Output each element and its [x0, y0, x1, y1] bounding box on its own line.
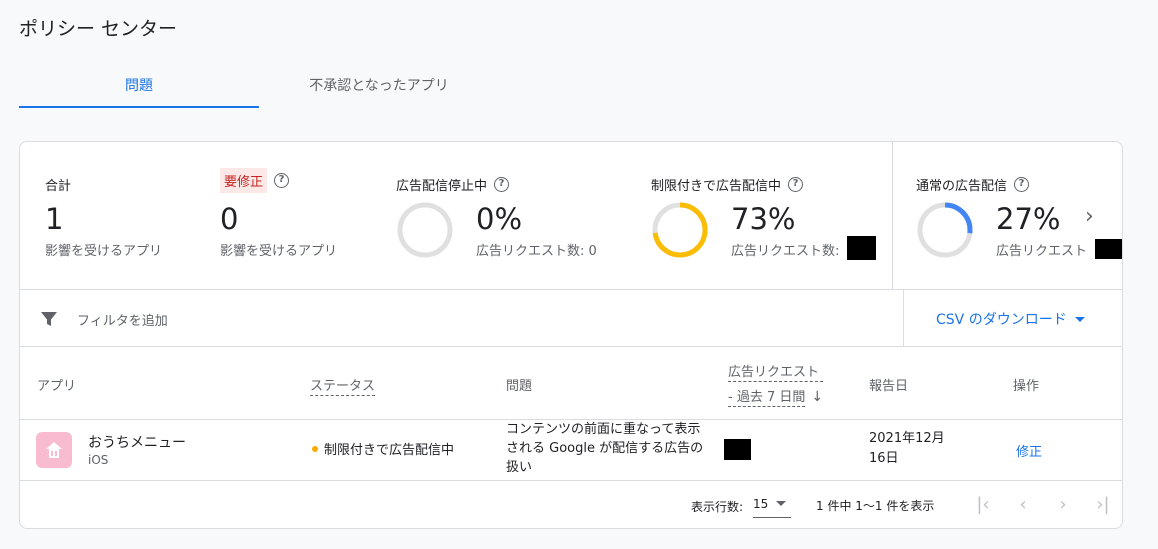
caret-down-icon — [776, 501, 787, 506]
filter-icon[interactable] — [40, 310, 58, 328]
fix-link[interactable]: 修正 — [1016, 441, 1042, 460]
stat-normal-title: 通常の広告配信 — [916, 179, 1008, 194]
help-icon[interactable]: ? — [274, 173, 290, 188]
filter-divider — [903, 290, 904, 347]
issue-text: コンテンツの前面に重なって表示される Google が配信する広告の扱い — [506, 422, 704, 475]
stat-needs-fix-sub: 影響を受けるアプリ — [220, 244, 338, 259]
donut-normal — [917, 202, 973, 258]
donut-limited — [652, 202, 708, 258]
header-app: アプリ — [37, 379, 77, 394]
header-issue: 問題 — [506, 379, 533, 394]
pagination: 表示行数: 15 1 件中 1～1 件を表示 |‹ ‹ › ›| — [20, 481, 1122, 528]
table-row: おうちメニュー iOS 制限付きで広告配信中 コンテンツの前面に重なって表示され… — [20, 420, 1122, 481]
help-icon[interactable]: ? — [494, 177, 510, 192]
summary-divider — [892, 142, 893, 290]
status-cell: 制限付きで広告配信中 — [312, 439, 454, 458]
header-action: 操作 — [1013, 379, 1040, 394]
header-ad-requests[interactable]: 広告リクエスト - 過去 7 日間 ↓ — [728, 361, 824, 407]
stat-limited-sub: 広告リクエスト数: — [731, 244, 840, 259]
stat-total-title: 合計 — [45, 179, 72, 194]
status-dot-icon — [312, 445, 318, 452]
arrow-down-icon: ↓ — [811, 388, 824, 405]
needs-fix-badge: 要修正 — [220, 168, 268, 193]
tab-disapproved-apps[interactable]: 不承認となったアプリ — [259, 62, 499, 108]
filter-bar: フィルタを追加 CSV のダウンロード — [20, 290, 1122, 347]
summary-panel: 合計 1 影響を受けるアプリ 要修正 ? 0 影響を受けるアプリ 広告配信停止中… — [20, 142, 1122, 290]
status-text: 制限付きで広告配信中 — [324, 443, 455, 458]
active-tab-indicator — [19, 106, 259, 108]
chevron-right-icon[interactable]: › — [1085, 204, 1094, 229]
header-reported: 報告日 — [869, 379, 909, 394]
stat-normal-percent: 27% — [996, 202, 1061, 236]
header-status[interactable]: ステータス — [310, 375, 376, 396]
caret-down-icon — [1074, 316, 1085, 322]
app-name[interactable]: おうちメニュー — [88, 432, 186, 452]
donut-stopped — [397, 202, 453, 258]
stat-stopped-sub: 広告リクエスト数: 0 — [476, 244, 597, 259]
stat-normal-sub: 広告リクエスト — [996, 244, 1088, 259]
redacted-value — [847, 236, 876, 260]
csv-download-button[interactable]: CSV のダウンロード — [936, 309, 1085, 329]
redacted-value — [724, 439, 751, 460]
rows-per-page-select[interactable]: 15 — [753, 490, 791, 518]
app-icon — [36, 432, 72, 468]
csv-download-label: CSV のダウンロード — [936, 312, 1067, 328]
page-title: ポリシー センター — [19, 18, 178, 40]
table-header: アプリ ステータス 問題 広告リクエスト - 過去 7 日間 ↓ 報告日 操作 — [20, 347, 1122, 420]
house-icon — [46, 442, 62, 458]
add-filter-input[interactable]: フィルタを追加 — [77, 310, 168, 329]
policy-card: 合計 1 影響を受けるアプリ 要修正 ? 0 影響を受けるアプリ 広告配信停止中… — [19, 141, 1123, 529]
page-range-text: 1 件中 1～1 件を表示 — [816, 499, 935, 513]
tab-issues[interactable]: 問題 — [19, 62, 259, 108]
stat-total-value: 1 — [45, 202, 64, 236]
stat-stopped-title: 広告配信停止中 — [396, 179, 488, 194]
stat-needs-fix-value: 0 — [220, 202, 239, 236]
rows-per-page-label: 表示行数: — [691, 500, 744, 514]
app-platform: iOS — [88, 453, 109, 467]
reported-date: 2021年12月16日 — [869, 431, 945, 466]
last-page-icon[interactable]: ›| — [1091, 492, 1115, 516]
tab-bar: 問題 不承認となったアプリ — [19, 62, 519, 110]
prev-page-icon[interactable]: ‹ — [1011, 492, 1035, 516]
redacted-value — [1095, 239, 1122, 259]
stat-limited-percent: 73% — [731, 202, 796, 236]
stat-total-sub: 影響を受けるアプリ — [45, 244, 163, 259]
first-page-icon[interactable]: |‹ — [971, 492, 995, 516]
stat-stopped-percent: 0% — [476, 202, 523, 236]
next-page-icon[interactable]: › — [1051, 492, 1075, 516]
stat-limited-title: 制限付きで広告配信中 — [651, 179, 782, 194]
help-icon[interactable]: ? — [1014, 177, 1030, 192]
help-icon[interactable]: ? — [788, 177, 804, 192]
